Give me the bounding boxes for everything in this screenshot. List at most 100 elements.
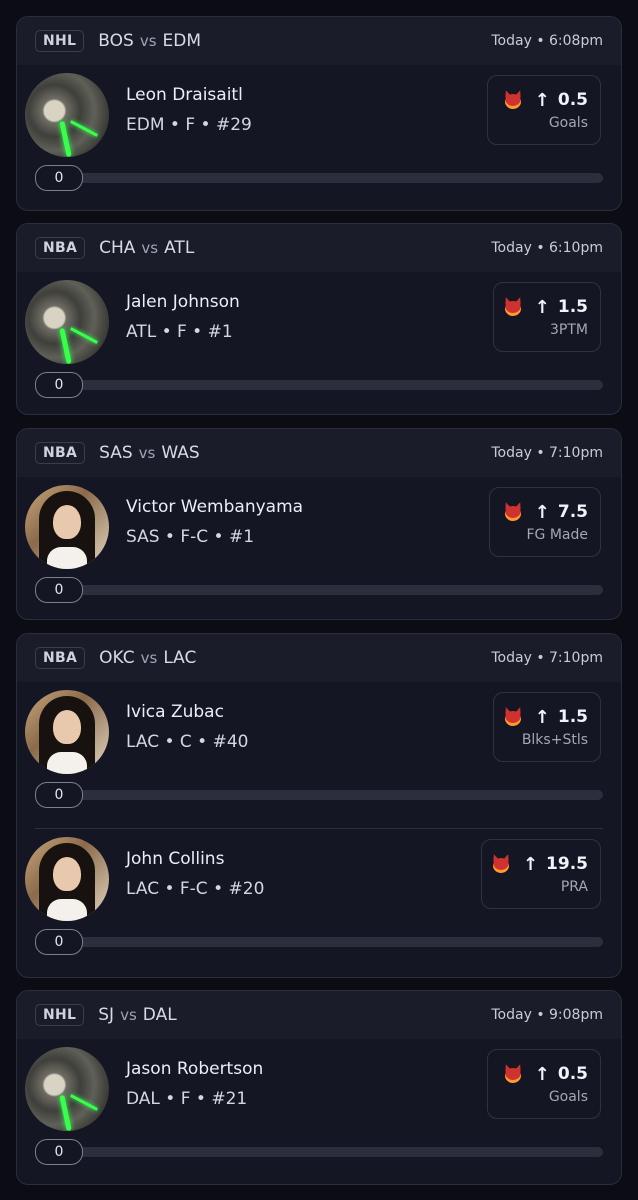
progress-bar: 0 [35, 577, 603, 603]
vs-label: vs [138, 444, 156, 462]
arrow-up-icon: ↑ [534, 501, 550, 523]
player-avatar [25, 280, 109, 364]
player-row[interactable]: Jalen Johnson ATL • F • #1 ↑ 1.5 3PTM 0 [17, 272, 621, 414]
game-time: Today • 9:08pm [491, 1007, 603, 1023]
progress-value: 0 [35, 577, 83, 603]
player-avatar [25, 485, 109, 569]
player-row[interactable]: John Collins LAC • F-C • #20 ↑ 19.5 PRA … [17, 829, 621, 977]
league-badge: NHL [35, 1004, 85, 1026]
line-value: 1.5 [557, 707, 588, 727]
player-avatar [25, 73, 109, 157]
prop-line-box[interactable]: ↑ 7.5 FG Made [489, 487, 601, 557]
progress-value: 0 [35, 165, 83, 191]
away-team: SAS [99, 443, 133, 463]
prop-line-box[interactable]: ↑ 0.5 Goals [487, 75, 601, 145]
progress-bar: 0 [35, 372, 603, 398]
game-card[interactable]: NBA SAS vs WAS Today • 7:10pm Victor Wem… [16, 428, 622, 620]
arrow-up-icon: ↑ [534, 1063, 550, 1085]
game-time: Today • 7:10pm [491, 445, 603, 461]
player-meta: SAS • F-C • #1 [126, 527, 255, 547]
league-badge: NBA [35, 442, 86, 464]
game-header: NHL BOS vs EDM Today • 6:08pm [17, 17, 621, 65]
player-meta: EDM • F • #29 [126, 115, 252, 135]
progress-track [55, 1147, 603, 1157]
game-header: NBA SAS vs WAS Today • 7:10pm [17, 429, 621, 477]
vs-label: vs [139, 32, 157, 50]
game-time: Today • 6:08pm [491, 33, 603, 49]
player-avatar [25, 837, 109, 921]
vs-label: vs [141, 239, 159, 257]
progress-bar: 0 [35, 165, 603, 191]
progress-value: 0 [35, 1139, 83, 1165]
progress-value: 0 [35, 782, 83, 808]
prop-line-box[interactable]: ↑ 0.5 Goals [487, 1049, 601, 1119]
player-row[interactable]: Victor Wembanyama SAS • F-C • #1 ↑ 7.5 F… [17, 477, 621, 619]
game-card[interactable]: NBA CHA vs ATL Today • 6:10pm Jalen John… [16, 223, 622, 415]
progress-value: 0 [35, 372, 83, 398]
away-team: SJ [98, 1005, 115, 1025]
stat-type: Blks+Stls [521, 731, 588, 748]
player-row[interactable]: Leon Draisaitl EDM • F • #29 ↑ 0.5 Goals… [17, 65, 621, 210]
progress-track [55, 173, 603, 183]
away-team: CHA [99, 238, 136, 258]
player-name: Jason Robertson [126, 1059, 264, 1079]
game-card[interactable]: NBA OKC vs LAC Today • 7:10pm Ivica Zuba… [16, 633, 622, 978]
home-team: DAL [142, 1005, 177, 1025]
player-avatar [25, 690, 109, 774]
stat-type: Goals [548, 1088, 588, 1105]
home-team: WAS [161, 443, 200, 463]
home-team: LAC [163, 648, 197, 668]
player-name: Victor Wembanyama [126, 497, 304, 517]
demon-icon [502, 89, 523, 110]
game-header: NBA OKC vs LAC Today • 7:10pm [17, 634, 621, 682]
demon-icon [490, 853, 511, 874]
progress-bar: 0 [35, 1139, 603, 1165]
player-avatar [25, 1047, 109, 1131]
demon-icon [502, 706, 523, 727]
progress-value: 0 [35, 929, 83, 955]
prop-line-box[interactable]: ↑ 1.5 3PTM [493, 282, 601, 352]
stat-type: PRA [560, 878, 588, 895]
game-header: NHL SJ vs DAL Today • 9:08pm [17, 991, 621, 1039]
stat-type: FG Made [526, 526, 588, 543]
prop-line-box[interactable]: ↑ 19.5 PRA [481, 839, 601, 909]
demon-icon [502, 501, 523, 522]
line-value: 0.5 [557, 1064, 588, 1084]
matchup: CHA vs ATL [99, 238, 194, 258]
prop-line-box[interactable]: ↑ 1.5 Blks+Stls [493, 692, 601, 762]
progress-bar: 0 [35, 782, 603, 808]
matchup: SJ vs DAL [98, 1005, 176, 1025]
arrow-up-icon: ↑ [534, 296, 550, 318]
player-meta: ATL • F • #1 [126, 322, 233, 342]
progress-bar: 0 [35, 929, 603, 955]
game-time: Today • 6:10pm [491, 240, 603, 256]
stat-type: 3PTM [550, 321, 588, 338]
progress-track [55, 380, 603, 390]
player-name: Jalen Johnson [126, 292, 240, 312]
player-meta: DAL • F • #21 [126, 1089, 248, 1109]
demon-icon [502, 1063, 523, 1084]
game-time: Today • 7:10pm [491, 650, 603, 666]
arrow-up-icon: ↑ [522, 853, 539, 875]
player-meta: LAC • F-C • #20 [126, 879, 265, 899]
arrow-up-icon: ↑ [534, 89, 550, 111]
progress-track [55, 937, 603, 947]
player-meta: LAC • C • #40 [126, 732, 249, 752]
line-value: 7.5 [557, 502, 588, 522]
player-name: Ivica Zubac [126, 702, 224, 722]
game-header: NBA CHA vs ATL Today • 6:10pm [17, 224, 621, 272]
stat-type: Goals [548, 114, 588, 131]
picks-feed: NHL BOS vs EDM Today • 6:08pm Leon Drais… [0, 0, 638, 1200]
line-value: 1.5 [557, 297, 588, 317]
vs-label: vs [120, 1006, 137, 1024]
player-name: Leon Draisaitl [126, 85, 243, 105]
matchup: SAS vs WAS [99, 443, 200, 463]
away-team: OKC [99, 648, 135, 668]
game-card[interactable]: NHL SJ vs DAL Today • 9:08pm Jason Rober… [16, 990, 622, 1185]
line-value: 0.5 [557, 90, 588, 110]
game-card[interactable]: NHL BOS vs EDM Today • 6:08pm Leon Drais… [16, 16, 622, 211]
player-row[interactable]: Jason Robertson DAL • F • #21 ↑ 0.5 Goal… [17, 1039, 621, 1184]
progress-track [55, 790, 603, 800]
league-badge: NBA [35, 237, 86, 259]
player-row[interactable]: Ivica Zubac LAC • C • #40 ↑ 1.5 Blks+Stl… [17, 682, 621, 828]
